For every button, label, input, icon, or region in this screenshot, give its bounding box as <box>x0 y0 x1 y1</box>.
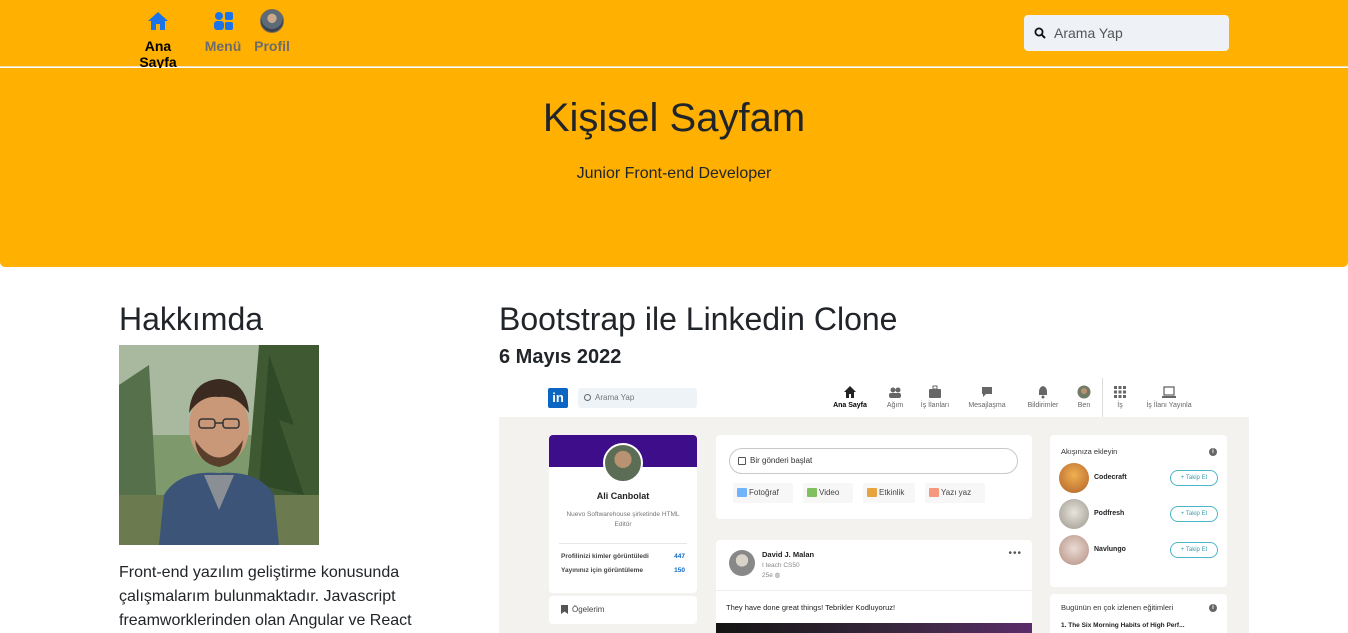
li-feed-avatar <box>729 550 755 576</box>
li-nav-separator <box>1102 378 1103 417</box>
li-course-item: 1. The Six Morning Habits of High Perf..… <box>1061 622 1185 629</box>
li-nav-post-job: İş İlanı Yayınla <box>1139 385 1199 409</box>
li-feed-post: David J. Malan I teach CS50 25e ◍ ••• The… <box>716 540 1032 633</box>
li-profile-card: Ali Canbolat Nuevo Softwarehouse şirketi… <box>549 435 697 593</box>
about-title: Hakkımda <box>119 301 264 337</box>
li-event-icon <box>867 488 877 497</box>
li-nav-notifications: Bildirimler <box>1021 385 1065 409</box>
li-saved-label: Ögelerim <box>572 605 605 614</box>
nav-profile[interactable]: Profil <box>254 9 290 54</box>
li-profile-name: Ali Canbolat <box>596 491 650 501</box>
li-laptop-icon <box>1162 386 1176 398</box>
li-nav-jobs: İş İlanları <box>917 385 953 409</box>
post-screenshot: in Arama Yap Ana Sayfa Ağım İş İlanları … <box>499 378 1249 633</box>
li-nav-network: Ağım <box>883 385 907 409</box>
li-action-video: Video <box>803 483 853 503</box>
search-icon <box>1034 27 1046 39</box>
li-action-article: Yazı yaz <box>925 483 985 503</box>
li-info-icon: i <box>1209 448 1217 456</box>
search-box[interactable] <box>1024 15 1229 51</box>
li-profile-stat: Profilinizi kimler görüntüledi 447 <box>561 553 685 560</box>
li-info-icon: i <box>1209 604 1217 612</box>
li-nav-work: İş <box>1111 385 1129 409</box>
li-action-photo: Fotoğraf <box>733 483 793 503</box>
li-more-icon: ••• <box>1008 548 1022 559</box>
li-nav-me: Ben <box>1075 385 1093 409</box>
li-courses-title: Bugünün en çok izlenen eğitimleri <box>1061 603 1174 612</box>
li-search-icon <box>584 394 591 401</box>
nav-home-label: Ana Sayfa <box>139 38 177 70</box>
li-start-post: Bir gönderi başlat <box>729 448 1018 474</box>
li-courses-card: Bugünün en çok izlenen eğitimleri i 1. T… <box>1050 594 1227 633</box>
li-suggestion-avatar <box>1059 463 1089 493</box>
li-home-icon <box>844 386 856 398</box>
li-profile-stat: Yayınınız için görüntüleme 150 <box>561 567 685 574</box>
li-nav-messaging: Mesajlaşma <box>964 385 1010 409</box>
li-profile-subtitle: Nuevo Softwarehouse şirketinde HTML Edit… <box>566 511 680 528</box>
li-profile-divider <box>559 543 687 544</box>
li-grid-icon <box>1114 386 1126 398</box>
li-briefcase-icon <box>929 385 941 398</box>
post-title[interactable]: Bootstrap ile Linkedin Clone <box>499 301 897 338</box>
li-feed-image <box>716 623 1032 633</box>
search-input[interactable] <box>1054 25 1224 41</box>
li-saved-card: Ögelerim <box>549 596 697 624</box>
nav-menu[interactable]: Menü <box>204 9 242 54</box>
li-follow-button: + Takip Et <box>1170 470 1218 486</box>
linkedin-logo: in <box>548 388 568 408</box>
li-suggestion-name: Navlungo <box>1094 546 1126 553</box>
li-follow-button: + Takip Et <box>1170 506 1218 522</box>
li-me-avatar-icon <box>1077 385 1091 399</box>
profile-avatar-icon <box>254 9 290 33</box>
li-suggestion-name: Podfresh <box>1094 510 1125 517</box>
li-bookmark-icon <box>561 605 568 614</box>
li-suggestions-title: Akışınıza ekleyin <box>1061 447 1118 456</box>
li-suggestion-name: Codecraft <box>1094 474 1127 481</box>
li-photo-icon <box>737 488 747 497</box>
li-feed-author-sub: I teach CS50 25e ◍ <box>762 562 800 579</box>
li-suggestion-avatar <box>1059 535 1089 565</box>
li-profile-avatar <box>603 443 643 483</box>
li-pen-icon <box>738 457 746 465</box>
hero-subtitle: Junior Front-end Developer <box>576 165 772 182</box>
li-suggestions-card: Akışınıza ekleyin i Codecraft + Takip Et… <box>1050 435 1227 587</box>
nav-menu-label: Menü <box>204 38 242 54</box>
li-composer: Bir gönderi başlat Fotoğraf Video Etkinl… <box>716 435 1032 519</box>
li-action-event: Etkinlik <box>863 483 915 503</box>
li-video-icon <box>807 488 817 497</box>
li-network-icon <box>889 387 901 398</box>
nav-home[interactable]: Ana Sayfa <box>126 9 190 70</box>
li-globe-icon: ◍ <box>774 572 781 579</box>
about-text: Front-end yazılım geliştirme konusunda ç… <box>119 564 412 629</box>
nav-profile-label: Profil <box>254 38 290 54</box>
li-feed-text: They have done great things! Tebrikler K… <box>726 603 896 612</box>
li-header: in Arama Yap Ana Sayfa Ağım İş İlanları … <box>499 378 1249 417</box>
home-icon <box>126 9 190 33</box>
hero-title: Kişisel Sayfam <box>542 96 806 140</box>
li-follow-button: + Takip Et <box>1170 542 1218 558</box>
li-search-box: Arama Yap <box>578 388 697 408</box>
li-nav-home: Ana Sayfa <box>831 385 869 409</box>
li-suggestion-avatar <box>1059 499 1089 529</box>
li-feed-author: David J. Malan <box>762 550 815 559</box>
post-date: 6 Mayıs 2022 <box>499 346 622 368</box>
users-icon <box>204 9 242 33</box>
li-bell-icon <box>1039 386 1047 399</box>
about-photo <box>119 345 319 545</box>
hero-banner: Kişisel Sayfam Junior Front-end Develope… <box>0 68 1348 267</box>
li-feed-divider <box>716 590 1032 591</box>
li-message-icon <box>982 387 992 397</box>
li-article-icon <box>929 488 939 497</box>
top-navbar: Ana Sayfa Menü Profil <box>0 0 1348 70</box>
